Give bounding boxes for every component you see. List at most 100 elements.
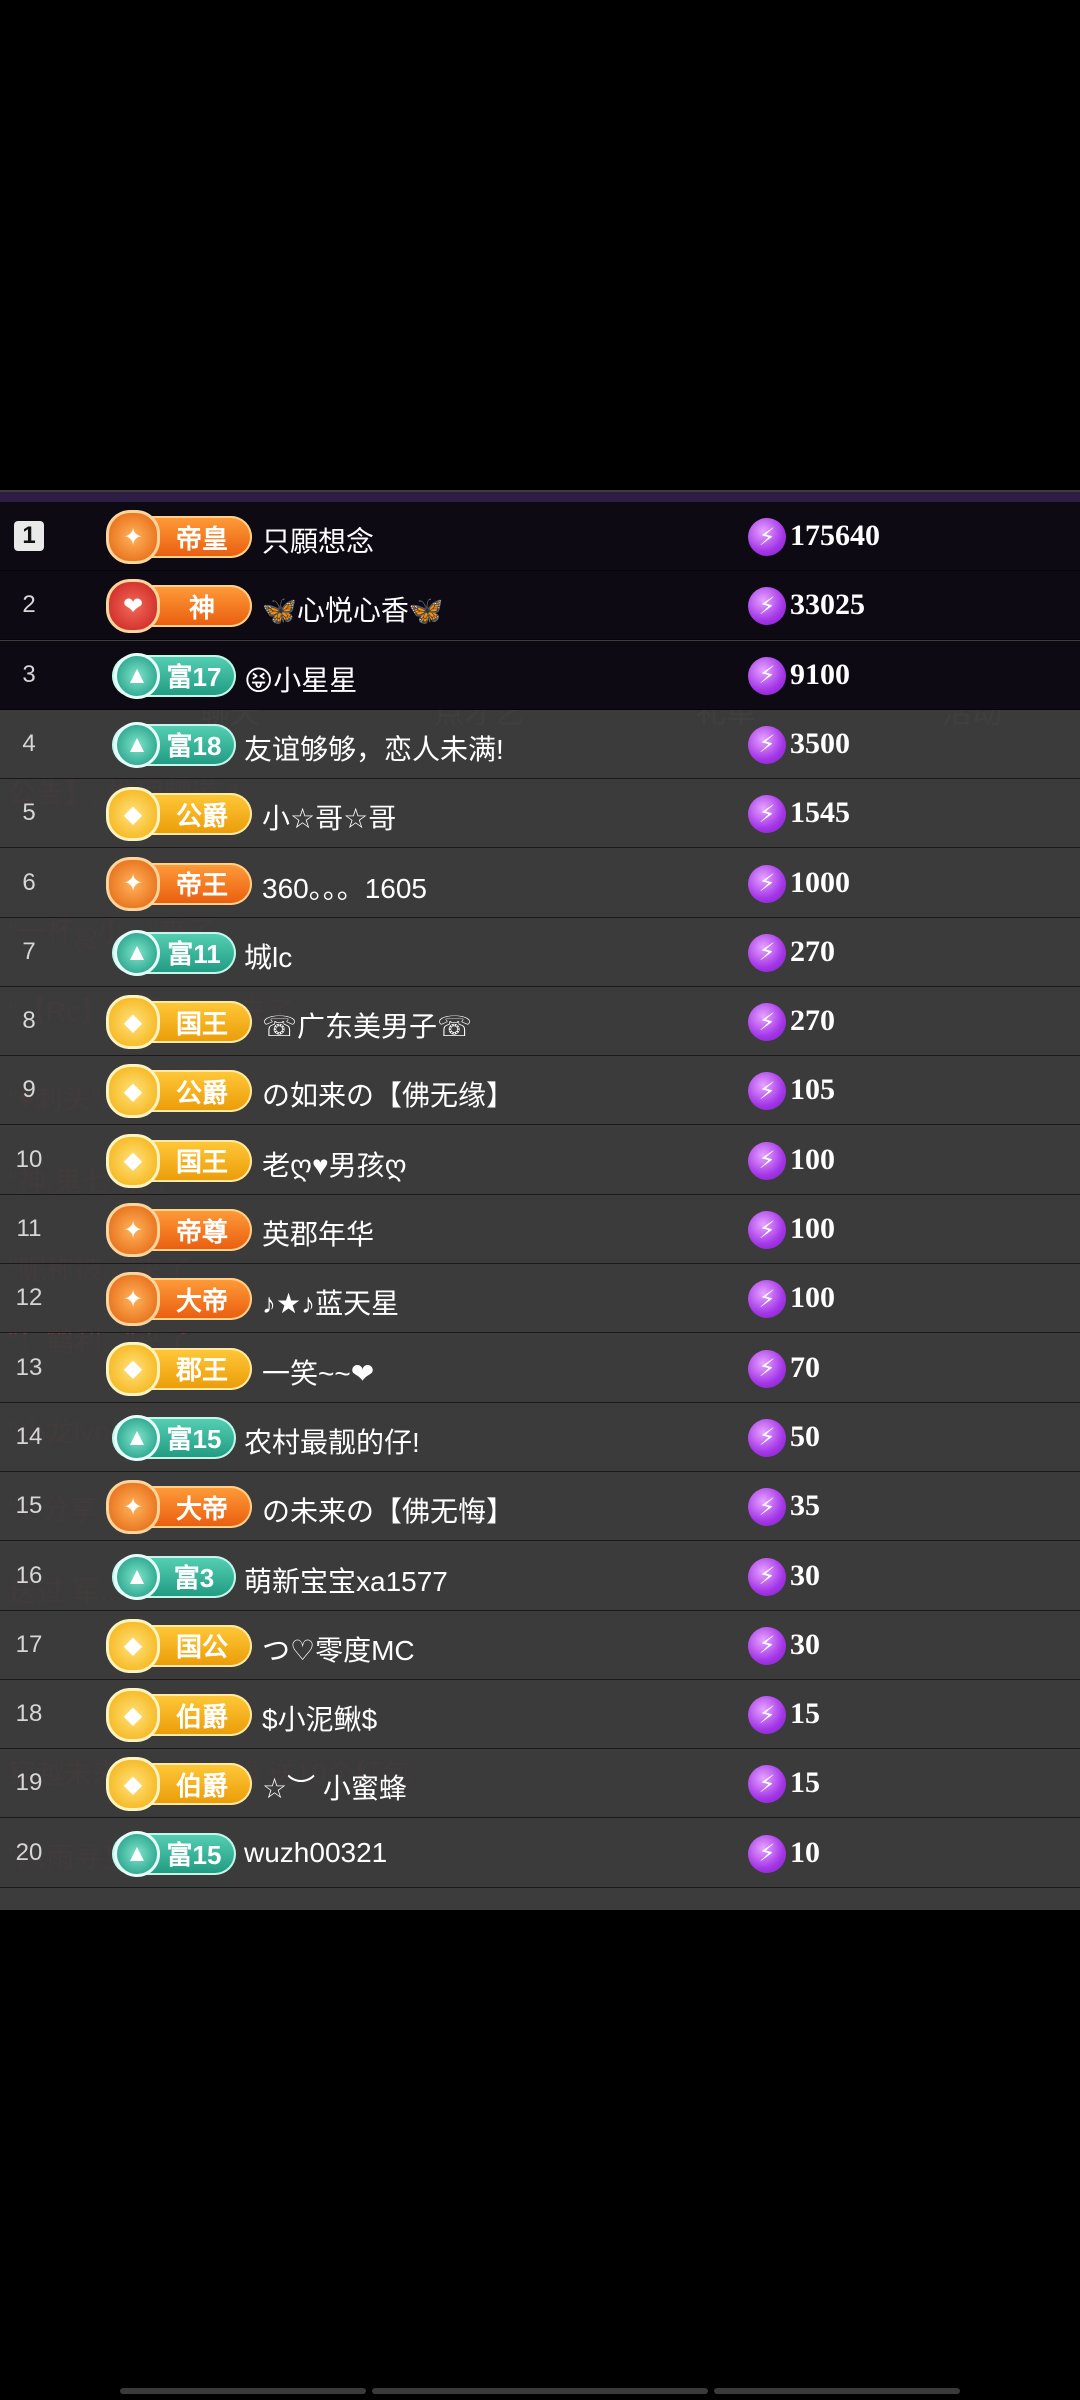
user-name[interactable]: 老ღ♥男孩ღ xyxy=(262,1144,407,1184)
rank-row[interactable]: 6 ✦ 帝王 360。。。1605 ⚡ 1000 xyxy=(0,848,1080,918)
contribution-score: 1545 xyxy=(790,796,850,830)
level-badge-label: 帝尊 xyxy=(175,1216,228,1247)
level-badge: ◆ 国王 xyxy=(106,1133,252,1188)
rank-number: 16 xyxy=(15,1561,43,1589)
level-badge: ▲ 富11 xyxy=(112,929,236,976)
rank-row[interactable]: 13 ◆ 郡王 一笑~~❤ ⚡ 70 xyxy=(0,1333,1080,1403)
rank-row[interactable]: 18 ◆ 伯爵 $小泥鳅$ ⚡ 15 xyxy=(0,1680,1080,1750)
level-badge-label: 大帝 xyxy=(175,1493,228,1524)
rank-number: 12 xyxy=(15,1284,43,1312)
rank-emblem-icon: ◆ xyxy=(106,787,160,842)
rank-row[interactable]: 12 ✦ 大帝 ♪★♪蓝天星 ⚡ 100 xyxy=(0,1264,1080,1334)
user-name[interactable]: 🦋心悦心香🦋 xyxy=(262,589,444,629)
lightning-bolt-icon: ⚡ xyxy=(748,1003,786,1042)
level-badge-label: 神 xyxy=(188,592,215,623)
lightning-bolt-icon: ⚡ xyxy=(748,864,786,903)
rank-row[interactable]: 4 ▲ 富18 友谊够够，恋人未满! ⚡ 3500 xyxy=(0,709,1080,779)
contribution-score: 9100 xyxy=(790,657,850,691)
rank-row[interactable]: 10 ◆ 国王 老ღ♥男孩ღ ⚡ 100 xyxy=(0,1125,1080,1195)
rank-emblem-icon: ▲ xyxy=(114,1414,160,1461)
user-name[interactable]: 农村最靓的仔! xyxy=(244,1421,420,1461)
rank-number: 7 xyxy=(22,937,36,965)
rank-number: 10 xyxy=(15,1145,43,1173)
user-name[interactable]: つ♡零度MC xyxy=(262,1629,415,1669)
rank-number: 20 xyxy=(15,1838,43,1866)
rank-number: 17 xyxy=(15,1630,43,1658)
rank-emblem-icon: ▲ xyxy=(114,929,160,976)
level-badge-label: 富17 xyxy=(166,662,222,693)
rank-row[interactable]: 1 ✦ 帝皇 只願想念 ⚡ 175640 xyxy=(0,502,1080,571)
contribution-score: 270 xyxy=(790,934,835,968)
contribution-score: 35 xyxy=(790,1489,820,1523)
user-name[interactable]: 只願想念 xyxy=(262,520,374,560)
rank-emblem-icon: ✦ xyxy=(106,1272,160,1327)
level-badge: ✦ 帝皇 xyxy=(106,510,252,564)
rank-row[interactable]: 15 ✦ 大帝 の未来の【佛无悔】 ⚡ 35 xyxy=(0,1472,1080,1542)
lightning-bolt-icon: ⚡ xyxy=(748,1418,786,1457)
level-badge-label: 大帝 xyxy=(175,1285,228,1316)
user-name[interactable]: 英郡年华 xyxy=(262,1213,374,1253)
rank-emblem-icon: ◆ xyxy=(106,1618,160,1673)
level-badge: ▲ 富15 xyxy=(112,1830,236,1877)
rank-row[interactable]: 20 ▲ 富15 wuzh00321 ⚡ 10 xyxy=(0,1818,1080,1888)
contribution-score: 175640 xyxy=(790,519,880,552)
user-name[interactable]: 一笑~~❤ xyxy=(262,1352,374,1392)
rank-emblem-icon: ❤ xyxy=(106,579,160,634)
rank-emblem-icon: ✦ xyxy=(106,510,160,564)
lightning-bolt-icon: ⚡ xyxy=(748,795,786,834)
rank-number: 3 xyxy=(22,660,36,688)
rank-row[interactable]: 11 ✦ 帝尊 英郡年华 ⚡ 100 xyxy=(0,1195,1080,1264)
user-name[interactable]: の如来の【佛无缘】 xyxy=(262,1074,514,1114)
lightning-bolt-icon: ⚡ xyxy=(748,1349,786,1388)
contribution-score: 105 xyxy=(790,1073,835,1107)
user-name[interactable]: $小泥鳅$ xyxy=(262,1698,377,1738)
level-badge: ✦ 帝王 xyxy=(106,856,252,911)
level-badge-label: 国王 xyxy=(175,1008,228,1039)
rank-row[interactable]: 17 ◆ 国公 つ♡零度MC ⚡ 30 xyxy=(0,1610,1080,1680)
level-badge: ◆ 伯爵 xyxy=(106,1688,252,1743)
rank-number: 18 xyxy=(15,1700,43,1728)
lightning-bolt-icon: ⚡ xyxy=(748,725,786,764)
rank-row[interactable]: 16 ▲ 富3 萌新宝宝xa1577 ⚡ 30 xyxy=(0,1541,1080,1611)
nav-bar-segment xyxy=(714,2388,960,2394)
level-badge: ▲ 富17 xyxy=(112,652,236,699)
user-name[interactable]: 城lc xyxy=(244,936,292,976)
rank-row[interactable]: 2 ❤ 神 🦋心悦心香🦋 ⚡ 33025 xyxy=(0,571,1080,641)
user-name[interactable]: 小☆哥☆哥 xyxy=(262,797,396,837)
lightning-bolt-icon: ⚡ xyxy=(748,1211,786,1249)
user-name[interactable]: 😝小星星 xyxy=(244,659,357,699)
level-badge-label: 帝皇 xyxy=(175,523,228,554)
contribution-score: 100 xyxy=(790,1142,835,1176)
user-name[interactable]: ☆︶ 小蜜蜂 xyxy=(262,1767,407,1807)
nav-bar-segment xyxy=(372,2388,708,2394)
contribution-score: 15 xyxy=(790,1766,820,1800)
rank-row[interactable]: 3 ▲ 富17 😝小星星 ⚡ 9100 xyxy=(0,640,1080,710)
user-name[interactable]: の未来の【佛无悔】 xyxy=(262,1490,514,1530)
user-name[interactable]: ☏广东美男子☏ xyxy=(262,1005,472,1045)
user-name[interactable]: wuzh00321 xyxy=(244,1837,387,1869)
lightning-bolt-icon: ⚡ xyxy=(748,1696,786,1735)
user-name[interactable]: ♪★♪蓝天星 xyxy=(262,1282,399,1322)
user-name[interactable]: 360。。。1605 xyxy=(262,867,427,907)
rank-row[interactable]: 19 ◆ 伯爵 ☆︶ 小蜜蜂 ⚡ 15 xyxy=(0,1749,1080,1819)
nav-bar-segment xyxy=(120,2388,366,2394)
rank-row[interactable]: 7 ▲ 富11 城lc ⚡ 270 xyxy=(0,917,1080,987)
rank-emblem-icon: ✦ xyxy=(106,1480,160,1535)
rank-emblem-icon: ▲ xyxy=(114,1553,160,1600)
rank-row[interactable]: 14 ▲ 富15 农村最靓的仔! ⚡ 50 xyxy=(0,1402,1080,1472)
rank-row[interactable]: 8 ◆ 国王 ☏广东美男子☏ ⚡ 270 xyxy=(0,987,1080,1057)
rank-row[interactable]: 5 ◆ 公爵 小☆哥☆哥 ⚡ 1545 xyxy=(0,779,1080,849)
lightning-bolt-icon: ⚡ xyxy=(748,933,786,972)
user-name[interactable]: 萌新宝宝xa1577 xyxy=(244,1560,448,1600)
rank-row[interactable]: 9 ◆ 公爵 の如来の【佛无缘】 ⚡ 105 xyxy=(0,1056,1080,1126)
level-badge: ◆ 伯爵 xyxy=(106,1757,252,1812)
lightning-bolt-icon: ⚡ xyxy=(748,1626,786,1665)
user-name[interactable]: 友谊够够，恋人未满! xyxy=(244,728,504,768)
contribution-score: 15 xyxy=(790,1697,820,1731)
contribution-score: 30 xyxy=(790,1558,820,1592)
rank-emblem-icon: ◆ xyxy=(106,1688,160,1743)
contribution-score: 1000 xyxy=(790,865,850,899)
lightning-bolt-icon: ⚡ xyxy=(748,1141,786,1180)
rank-emblem-icon: ◆ xyxy=(106,1341,160,1396)
rank-number: 2 xyxy=(22,591,36,619)
